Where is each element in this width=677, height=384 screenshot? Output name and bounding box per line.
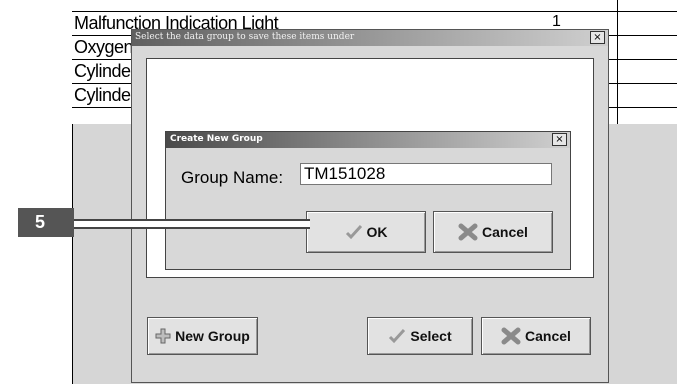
callout-number: 5 xyxy=(35,212,46,232)
select-label: Select xyxy=(410,328,452,344)
close-icon[interactable]: × xyxy=(590,31,605,44)
new-group-button[interactable]: New Group xyxy=(147,317,258,355)
outer-cancel-button[interactable]: Cancel xyxy=(481,317,591,355)
table-cell-label: Cylinder xyxy=(74,61,137,81)
create-group-title: Create New Group xyxy=(170,134,263,144)
table-top-border xyxy=(72,11,677,12)
create-group-titlebar[interactable]: Create New Group × xyxy=(166,132,570,148)
column-divider xyxy=(617,0,618,124)
select-group-titlebar[interactable]: Select the data group to save these item… xyxy=(132,30,608,46)
x-mark-icon xyxy=(458,223,478,241)
ok-label: OK xyxy=(366,224,388,240)
ok-button[interactable]: OK xyxy=(306,211,426,253)
checkmark-icon xyxy=(388,328,406,344)
group-name-label: Group Name: xyxy=(181,168,284,187)
callout-leader-line xyxy=(74,219,310,229)
group-name-input[interactable]: TM151028 xyxy=(300,163,552,185)
checkmark-icon xyxy=(345,224,363,240)
plus-icon xyxy=(155,328,171,344)
select-button[interactable]: Select xyxy=(367,317,473,355)
new-group-label: New Group xyxy=(175,328,250,344)
x-mark-icon xyxy=(501,327,521,345)
select-group-title: Select the data group to save these item… xyxy=(135,32,355,42)
table-cell-label: Cylinder xyxy=(74,85,137,105)
close-icon[interactable]: × xyxy=(552,133,567,146)
inner-cancel-label: Cancel xyxy=(482,224,528,240)
create-group-dialog: Create New Group × Group Name: TM151028 … xyxy=(165,131,571,270)
callout-number-badge: 5 xyxy=(18,208,74,237)
outer-cancel-label: Cancel xyxy=(525,328,571,344)
inner-cancel-button[interactable]: Cancel xyxy=(433,211,553,253)
